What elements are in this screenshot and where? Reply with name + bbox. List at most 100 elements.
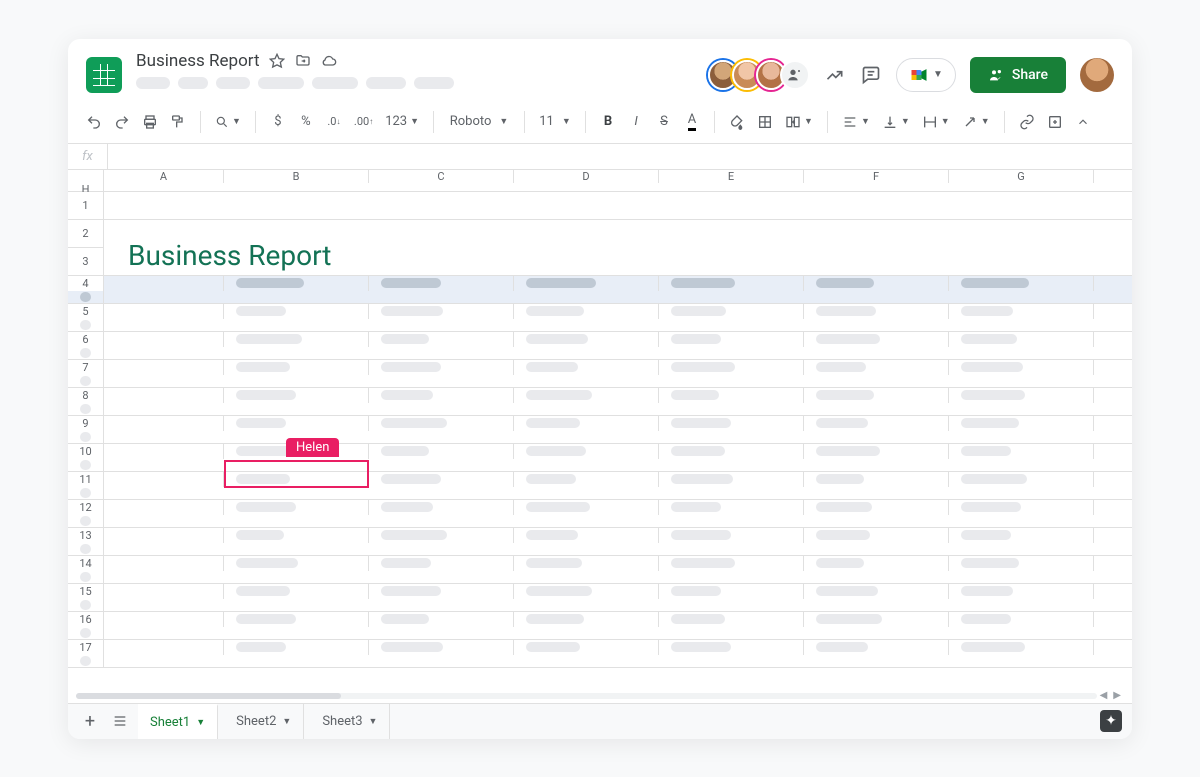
cell[interactable]: [369, 612, 514, 627]
menu-item[interactable]: [258, 77, 304, 89]
borders-button[interactable]: [753, 109, 777, 135]
cell[interactable]: [224, 640, 369, 655]
cell[interactable]: [369, 556, 514, 571]
merge-cells-button[interactable]: ▼: [781, 109, 817, 135]
cell[interactable]: [68, 515, 104, 527]
cell[interactable]: [949, 640, 1094, 655]
comment-history-icon[interactable]: [860, 64, 882, 86]
cell[interactable]: [949, 276, 1094, 291]
cell[interactable]: [224, 500, 369, 515]
sheet-body[interactable]: 1 2Business Report 3 4 5 6 7 8 9: [68, 192, 1132, 689]
cell[interactable]: [514, 584, 659, 599]
menu-item[interactable]: [366, 77, 406, 89]
cell[interactable]: [804, 584, 949, 599]
cell[interactable]: [514, 556, 659, 571]
cell[interactable]: [104, 304, 224, 319]
horizontal-scrollbar[interactable]: ◀ ▶: [68, 689, 1132, 703]
cell[interactable]: [369, 276, 514, 291]
cell[interactable]: [804, 528, 949, 543]
cell[interactable]: [104, 276, 224, 291]
cell[interactable]: [224, 276, 369, 291]
cell[interactable]: [514, 276, 659, 291]
row-header[interactable]: 7: [68, 360, 104, 375]
star-icon[interactable]: [268, 52, 286, 70]
row-header[interactable]: 9: [68, 416, 104, 431]
cell[interactable]: [369, 640, 514, 655]
increase-decimal-button[interactable]: .00↑: [350, 109, 377, 135]
cell[interactable]: [369, 416, 514, 431]
cell[interactable]: [659, 612, 804, 627]
cell[interactable]: [659, 304, 804, 319]
cell[interactable]: [949, 416, 1094, 431]
cell[interactable]: [68, 403, 104, 415]
cell[interactable]: [224, 612, 369, 627]
menu-item[interactable]: [312, 77, 358, 89]
cell[interactable]: [804, 612, 949, 627]
cell[interactable]: [369, 388, 514, 403]
cell[interactable]: [224, 416, 369, 431]
cell[interactable]: [68, 599, 104, 611]
chevron-down-icon[interactable]: ▼: [196, 717, 205, 728]
row-header[interactable]: 8: [68, 388, 104, 403]
cell[interactable]: [659, 388, 804, 403]
cell[interactable]: [68, 319, 104, 331]
cell[interactable]: [949, 388, 1094, 403]
cell[interactable]: [659, 248, 804, 275]
column-headers[interactable]: A B C D E F G H: [68, 170, 1132, 192]
row-header[interactable]: 2: [68, 220, 104, 248]
cell[interactable]: [949, 472, 1094, 487]
row-header[interactable]: 10: [68, 444, 104, 459]
cell[interactable]: [659, 640, 804, 655]
cell[interactable]: [514, 528, 659, 543]
v-align-button[interactable]: ▼: [878, 109, 914, 135]
cell[interactable]: [104, 388, 224, 403]
all-sheets-button[interactable]: [108, 708, 132, 734]
cell[interactable]: [224, 332, 369, 347]
cell[interactable]: [949, 556, 1094, 571]
scroll-thumb[interactable]: [76, 693, 341, 699]
collaborator-avatars[interactable]: [714, 60, 810, 90]
cell[interactable]: [659, 332, 804, 347]
cell[interactable]: [804, 192, 949, 219]
cell[interactable]: [949, 528, 1094, 543]
cell[interactable]: [804, 332, 949, 347]
cell[interactable]: [659, 192, 804, 219]
cell[interactable]: [659, 556, 804, 571]
cell[interactable]: [804, 248, 949, 275]
percent-button[interactable]: %: [294, 109, 318, 135]
share-button[interactable]: Share: [970, 57, 1066, 93]
cell[interactable]: [224, 360, 369, 375]
row-header[interactable]: 13: [68, 528, 104, 543]
column-header[interactable]: G: [949, 170, 1094, 183]
cell[interactable]: [804, 640, 949, 655]
spreadsheet-grid[interactable]: A B C D E F G H 1 2Business Report 3 4: [68, 170, 1132, 703]
cell[interactable]: [104, 472, 224, 487]
decrease-decimal-button[interactable]: .0↓: [322, 109, 346, 135]
select-all-cell[interactable]: [68, 170, 104, 183]
cell[interactable]: [68, 543, 104, 555]
text-color-button[interactable]: A: [680, 109, 704, 135]
sheet-tab[interactable]: Sheet3▼: [310, 704, 390, 739]
cell[interactable]: [104, 612, 224, 627]
cell[interactable]: [659, 584, 804, 599]
chevron-down-icon[interactable]: ▼: [282, 716, 291, 727]
row-header[interactable]: 4: [68, 276, 104, 291]
cell[interactable]: [104, 360, 224, 375]
cell[interactable]: [104, 248, 224, 275]
cell[interactable]: [104, 192, 224, 219]
cell[interactable]: [224, 584, 369, 599]
row-header[interactable]: 12: [68, 500, 104, 515]
column-header[interactable]: D: [514, 170, 659, 183]
cell[interactable]: [804, 416, 949, 431]
document-title[interactable]: Business Report: [136, 51, 260, 71]
cell[interactable]: [104, 500, 224, 515]
cell[interactable]: [804, 556, 949, 571]
scroll-left-icon[interactable]: ◀: [1097, 690, 1111, 701]
cell[interactable]: [514, 360, 659, 375]
cell[interactable]: [224, 556, 369, 571]
cell[interactable]: [514, 416, 659, 431]
cell[interactable]: [68, 291, 104, 303]
fill-color-button[interactable]: [725, 109, 749, 135]
cell[interactable]: [68, 655, 104, 667]
cell[interactable]: [804, 500, 949, 515]
